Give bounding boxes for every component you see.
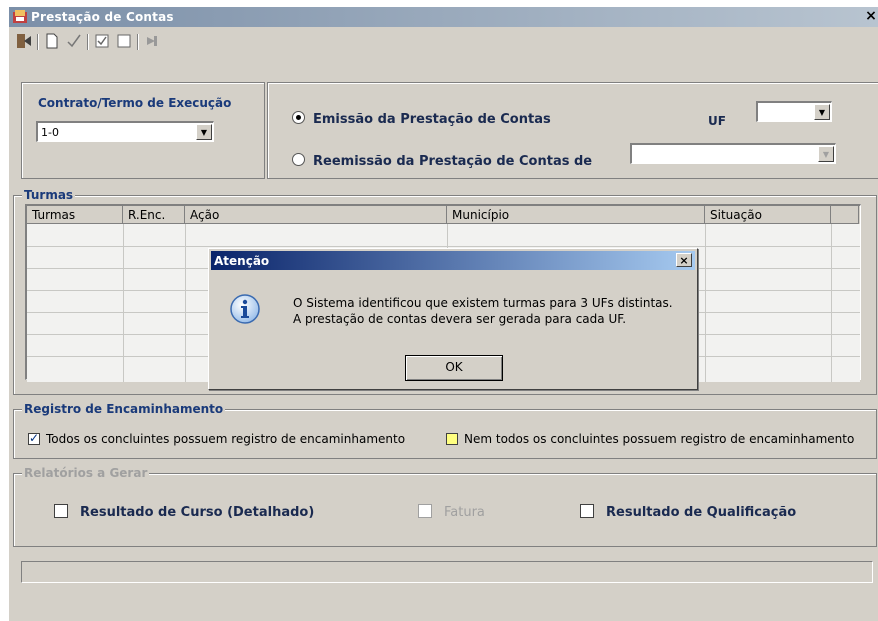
radio-reemissao-dot[interactable] — [292, 153, 305, 166]
checkbox-fatura-label: Fatura — [444, 505, 485, 520]
app-icon — [13, 10, 27, 23]
dialog-message: O Sistema identificou que existem turmas… — [293, 295, 673, 327]
chevron-down-icon[interactable]: ▼ — [196, 124, 212, 140]
progress-bar — [21, 561, 873, 583]
chevron-down-icon[interactable]: ▼ — [818, 146, 834, 162]
checkbox-nem-todos[interactable]: Nem todos os concluintes possuem registr… — [446, 432, 854, 446]
checkbox-fatura-box[interactable] — [418, 504, 432, 518]
relatorios-label: Relatórios a Gerar — [22, 466, 150, 480]
registro-label: Registro de Encaminhamento — [22, 402, 226, 416]
contrato-select[interactable]: 1-0 ▼ — [36, 121, 214, 142]
relatorios-group: Relatórios a Gerar Resultado de Curso (D… — [13, 466, 877, 547]
checkbox-resultado-curso-box[interactable] — [54, 504, 68, 518]
grid-line — [705, 224, 706, 382]
toolbar-separator — [37, 34, 39, 50]
checkbox-todos-label: Todos os concluintes possuem registro de… — [46, 432, 406, 446]
checkbox-resultado-qualificacao-box[interactable] — [580, 504, 594, 518]
uf-label: UF — [708, 114, 726, 128]
checkbox-resultado-qualificacao[interactable]: Resultado de Qualificação — [580, 504, 796, 520]
checkbox-nem-todos-box[interactable] — [446, 433, 458, 445]
checkbox-todos-box[interactable] — [28, 431, 40, 445]
column-header[interactable]: Município — [447, 206, 705, 224]
contrato-label: Contrato/Termo de Execução — [36, 96, 234, 110]
toolbar — [9, 29, 878, 53]
dialog-message-line: O Sistema identificou que existem turmas… — [293, 296, 673, 310]
contrato-group: Contrato/Termo de Execução 1-0 ▼ — [21, 82, 265, 179]
attention-dialog: Atenção × O Sistema identificou que exis… — [208, 248, 698, 390]
emissao-group: Emissão da Prestação de Contas Reemissão… — [267, 82, 878, 179]
column-header[interactable]: Situação — [705, 206, 831, 224]
grid-header: Turmas R.Enc. Ação Município Situação — [27, 206, 860, 224]
grid-line — [27, 246, 860, 247]
registro-group: Registro de Encaminhamento Todos os conc… — [13, 402, 877, 459]
turmas-label: Turmas — [22, 188, 76, 202]
dialog-titlebar: Atenção × — [211, 251, 695, 270]
checkbox-todos[interactable]: Todos os concluintes possuem registro de… — [28, 431, 406, 446]
grid-line — [831, 224, 832, 382]
column-header[interactable]: R.Enc. — [123, 206, 185, 224]
grid-line — [185, 224, 186, 382]
check-icon[interactable] — [65, 32, 83, 50]
checked-box-icon[interactable] — [93, 32, 111, 50]
checkbox-resultado-curso[interactable]: Resultado de Curso (Detalhado) — [54, 504, 314, 520]
checkbox-resultado-qualificacao-label: Resultado de Qualificação — [606, 505, 797, 520]
grid-line — [123, 224, 124, 382]
info-icon — [230, 294, 260, 324]
toolbar-separator — [87, 34, 89, 50]
toolbar-separator — [137, 34, 139, 50]
chevron-down-icon[interactable]: ▼ — [814, 104, 830, 120]
radio-emissao[interactable]: Emissão da Prestação de Contas — [292, 111, 551, 127]
dialog-message-line: A prestação de contas devera ser gerada … — [293, 312, 627, 326]
new-document-icon[interactable] — [43, 32, 61, 50]
ok-button[interactable]: OK — [405, 355, 503, 381]
contrato-value: 1-0 — [41, 126, 59, 139]
radio-reemissao[interactable]: Reemissão da Prestação de Contas de — [292, 153, 592, 169]
arrow-icon[interactable] — [143, 32, 161, 50]
uf-select[interactable]: ▼ — [756, 101, 832, 122]
radio-emissao-label: Emissão da Prestação de Contas — [313, 112, 551, 127]
dialog-title: Atenção — [214, 254, 270, 268]
radio-reemissao-label: Reemissão da Prestação de Contas de — [313, 154, 593, 169]
exit-icon[interactable] — [15, 32, 33, 50]
dialog-close-icon[interactable]: × — [676, 253, 692, 267]
column-header-spacer — [831, 206, 859, 224]
radio-emissao-dot[interactable] — [292, 111, 305, 124]
checkbox-resultado-curso-label: Resultado de Curso (Detalhado) — [80, 505, 315, 520]
column-header[interactable]: Ação — [185, 206, 447, 224]
checkbox-nem-todos-label: Nem todos os concluintes possuem registr… — [464, 432, 855, 446]
checkbox-fatura[interactable]: Fatura — [418, 504, 485, 520]
window-titlebar: Prestação de Contas × — [9, 7, 878, 27]
unchecked-box-icon[interactable] — [115, 32, 133, 50]
window-title: Prestação de Contas — [31, 10, 174, 24]
column-header[interactable]: Turmas — [27, 206, 123, 224]
close-icon[interactable]: × — [863, 8, 878, 24]
reemissao-select[interactable]: ▼ — [630, 143, 836, 164]
